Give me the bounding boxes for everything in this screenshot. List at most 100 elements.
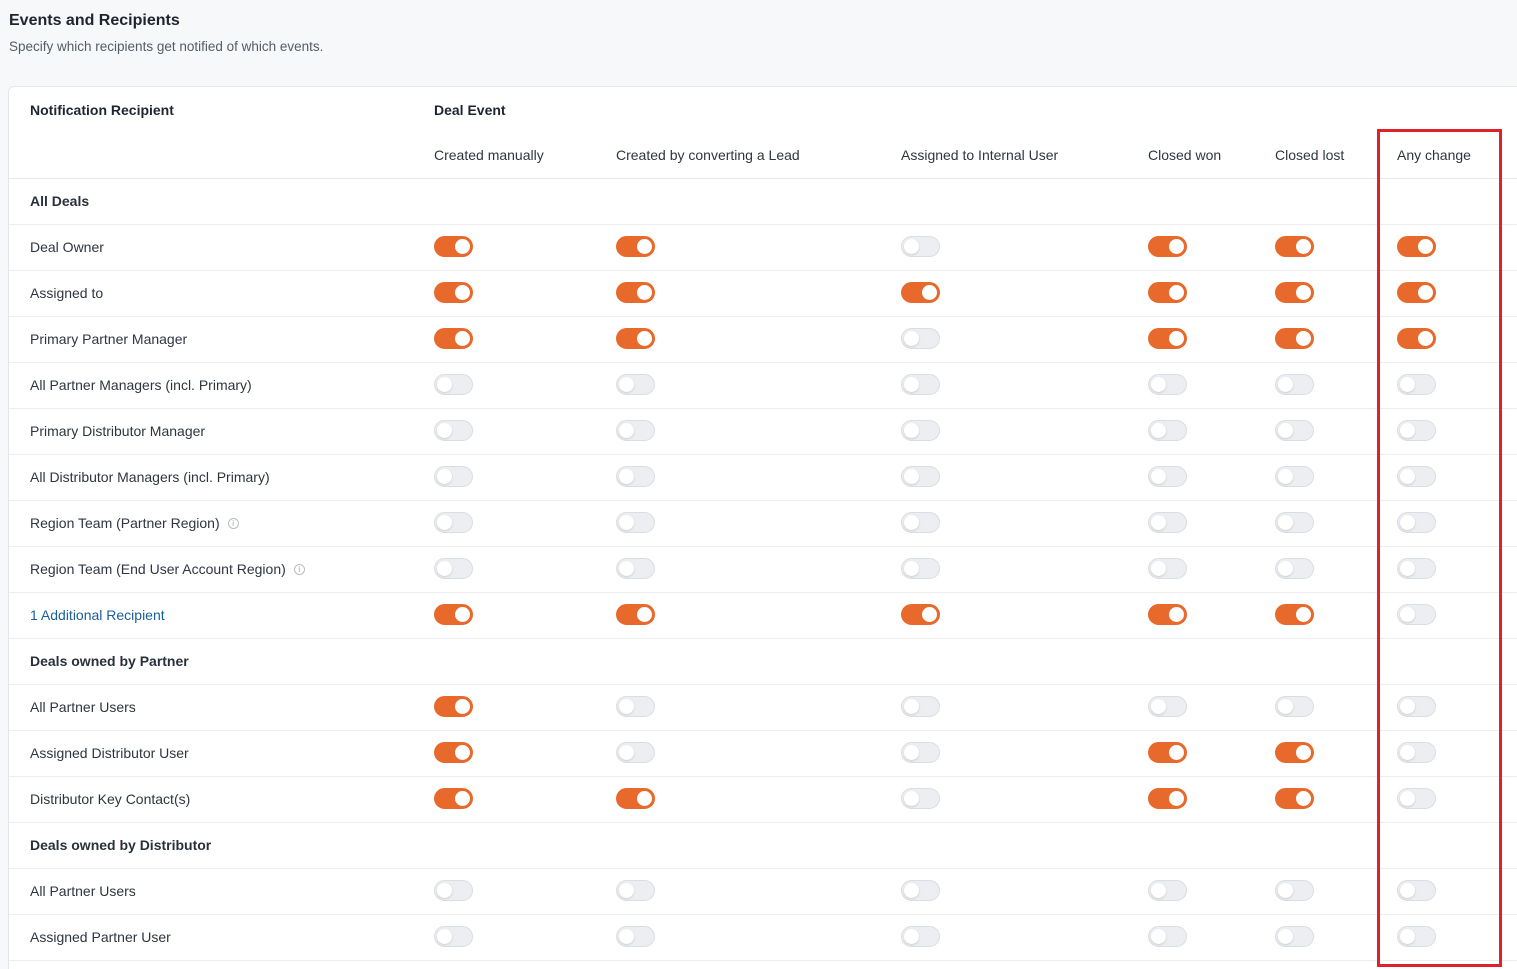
info-icon[interactable]: i [293, 563, 305, 575]
column-header-closed-lost: Closed lost [1275, 147, 1345, 163]
toggle-closed-lost[interactable] [1275, 696, 1314, 717]
toggle-assigned-to-internal-user[interactable] [901, 926, 940, 947]
toggle-knob [1169, 607, 1184, 622]
toggle-created-by-converting-a-lead[interactable] [616, 558, 655, 579]
toggle-any-change[interactable] [1397, 282, 1436, 303]
toggle-any-change[interactable] [1397, 328, 1436, 349]
toggle-assigned-to-internal-user[interactable] [901, 512, 940, 533]
toggle-any-change[interactable] [1397, 558, 1436, 579]
toggle-closed-won[interactable] [1148, 236, 1187, 257]
toggle-created-by-converting-a-lead[interactable] [616, 328, 655, 349]
toggle-closed-won[interactable] [1148, 466, 1187, 487]
toggle-created-by-converting-a-lead[interactable] [616, 374, 655, 395]
toggle-closed-lost[interactable] [1275, 512, 1314, 533]
toggle-created-by-converting-a-lead[interactable] [616, 742, 655, 763]
toggle-closed-won[interactable] [1148, 696, 1187, 717]
toggle-created-by-converting-a-lead[interactable] [616, 236, 655, 257]
toggle-assigned-to-internal-user[interactable] [901, 374, 940, 395]
toggle-any-change[interactable] [1397, 420, 1436, 441]
additional-recipient-link[interactable]: 1 Additional Recipient [30, 593, 165, 639]
toggle-any-change[interactable] [1397, 788, 1436, 809]
toggle-created-manually[interactable] [434, 742, 473, 763]
toggle-created-by-converting-a-lead[interactable] [616, 604, 655, 625]
toggle-any-change[interactable] [1397, 880, 1436, 901]
toggle-closed-won[interactable] [1148, 282, 1187, 303]
toggle-created-manually[interactable] [434, 788, 473, 809]
toggle-knob [904, 469, 919, 484]
toggle-created-by-converting-a-lead[interactable] [616, 696, 655, 717]
toggle-closed-lost[interactable] [1275, 420, 1314, 441]
toggle-created-by-converting-a-lead[interactable] [616, 466, 655, 487]
toggle-created-by-converting-a-lead[interactable] [616, 926, 655, 947]
toggle-closed-lost[interactable] [1275, 558, 1314, 579]
group-header-row: Deals owned by Partner [9, 639, 1517, 685]
toggle-created-manually[interactable] [434, 880, 473, 901]
toggle-any-change[interactable] [1397, 604, 1436, 625]
toggle-closed-won[interactable] [1148, 880, 1187, 901]
toggle-closed-lost[interactable] [1275, 282, 1314, 303]
row-label-text: All Partner Users [30, 699, 136, 715]
toggle-any-change[interactable] [1397, 512, 1436, 533]
toggle-closed-won[interactable] [1148, 604, 1187, 625]
toggle-created-manually[interactable] [434, 696, 473, 717]
toggle-created-manually[interactable] [434, 236, 473, 257]
toggle-created-manually[interactable] [434, 926, 473, 947]
toggle-any-change[interactable] [1397, 696, 1436, 717]
toggle-closed-lost[interactable] [1275, 604, 1314, 625]
toggle-closed-won[interactable] [1148, 742, 1187, 763]
toggle-created-manually[interactable] [434, 512, 473, 533]
toggle-any-change[interactable] [1397, 374, 1436, 395]
toggle-any-change[interactable] [1397, 236, 1436, 257]
toggle-assigned-to-internal-user[interactable] [901, 742, 940, 763]
toggle-closed-lost[interactable] [1275, 788, 1314, 809]
table-row: Deal Owner [9, 225, 1517, 271]
toggle-assigned-to-internal-user[interactable] [901, 466, 940, 487]
toggle-created-manually[interactable] [434, 282, 473, 303]
toggle-knob [637, 285, 652, 300]
toggle-created-by-converting-a-lead[interactable] [616, 880, 655, 901]
toggle-created-by-converting-a-lead[interactable] [616, 420, 655, 441]
toggle-created-by-converting-a-lead[interactable] [616, 512, 655, 533]
toggle-knob [1278, 423, 1293, 438]
toggle-created-manually[interactable] [434, 328, 473, 349]
toggle-knob [455, 699, 470, 714]
toggle-assigned-to-internal-user[interactable] [901, 604, 940, 625]
toggle-closed-won[interactable] [1148, 926, 1187, 947]
toggle-closed-lost[interactable] [1275, 880, 1314, 901]
toggle-closed-won[interactable] [1148, 788, 1187, 809]
toggle-created-manually[interactable] [434, 604, 473, 625]
toggle-closed-lost[interactable] [1275, 742, 1314, 763]
toggle-closed-won[interactable] [1148, 512, 1187, 533]
toggle-closed-lost[interactable] [1275, 926, 1314, 947]
toggle-closed-won[interactable] [1148, 558, 1187, 579]
toggle-knob [437, 377, 452, 392]
table-row: All Partner Managers (incl. Primary) [9, 363, 1517, 409]
info-icon[interactable]: i [227, 517, 239, 529]
toggle-assigned-to-internal-user[interactable] [901, 696, 940, 717]
toggle-assigned-to-internal-user[interactable] [901, 788, 940, 809]
toggle-created-manually[interactable] [434, 558, 473, 579]
toggle-created-manually[interactable] [434, 420, 473, 441]
toggle-assigned-to-internal-user[interactable] [901, 558, 940, 579]
toggle-assigned-to-internal-user[interactable] [901, 236, 940, 257]
toggle-closed-lost[interactable] [1275, 374, 1314, 395]
toggle-assigned-to-internal-user[interactable] [901, 420, 940, 441]
row-label-text: Region Team (Partner Region) [30, 515, 220, 531]
toggle-any-change[interactable] [1397, 742, 1436, 763]
toggle-assigned-to-internal-user[interactable] [901, 880, 940, 901]
toggle-created-manually[interactable] [434, 374, 473, 395]
toggle-created-by-converting-a-lead[interactable] [616, 282, 655, 303]
toggle-any-change[interactable] [1397, 466, 1436, 487]
toggle-closed-lost[interactable] [1275, 236, 1314, 257]
toggle-created-manually[interactable] [434, 466, 473, 487]
toggle-closed-lost[interactable] [1275, 466, 1314, 487]
toggle-closed-won[interactable] [1148, 374, 1187, 395]
toggle-assigned-to-internal-user[interactable] [901, 282, 940, 303]
toggle-assigned-to-internal-user[interactable] [901, 328, 940, 349]
toggle-any-change[interactable] [1397, 926, 1436, 947]
toggle-closed-lost[interactable] [1275, 328, 1314, 349]
toggle-knob [1418, 285, 1433, 300]
toggle-created-by-converting-a-lead[interactable] [616, 788, 655, 809]
toggle-closed-won[interactable] [1148, 420, 1187, 441]
toggle-closed-won[interactable] [1148, 328, 1187, 349]
